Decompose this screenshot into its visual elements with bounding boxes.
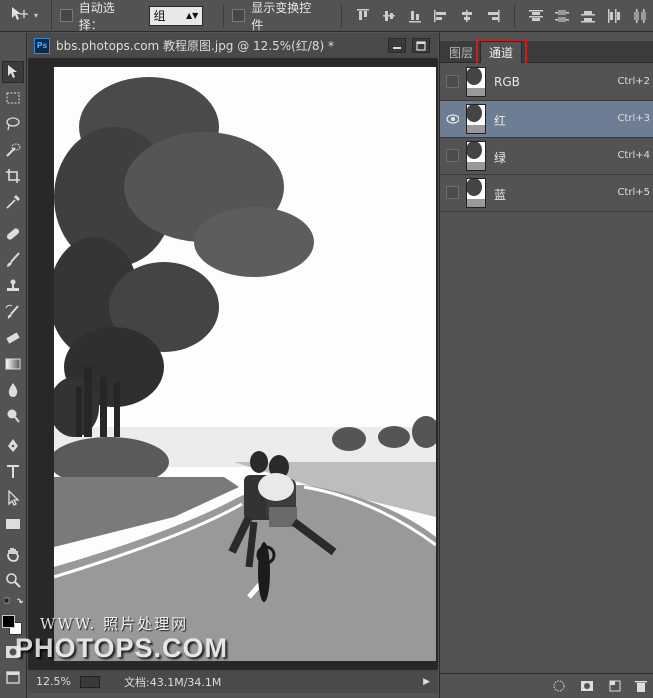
foreground-color-swatch[interactable]: [2, 615, 15, 628]
channel-row-blue[interactable]: 蓝 Ctrl+5: [440, 175, 653, 212]
channel-list: RGB Ctrl+2 红 Ctrl+3 绿 Ctrl+4 蓝 Ctrl+5: [440, 64, 653, 212]
distribute-left-icon[interactable]: [606, 8, 622, 24]
visibility-toggle[interactable]: [446, 112, 459, 125]
rectangle-tool-icon[interactable]: [2, 513, 24, 535]
photoshop-icon: Ps: [34, 37, 50, 54]
panel-footer: [440, 673, 653, 698]
maximize-icon: [416, 40, 426, 51]
pen-tool-icon[interactable]: [2, 435, 24, 457]
divider: [223, 4, 225, 27]
document-title: bbs.photops.com 教程原图.jpg @ 12.5%(红/8) *: [56, 39, 335, 53]
clone-stamp-tool-icon[interactable]: [2, 275, 24, 297]
gradient-tool-icon[interactable]: [2, 353, 24, 375]
watermark-line1: WWW. 照片处理网: [40, 615, 189, 633]
screen-mode-icon[interactable]: [2, 667, 24, 689]
blur-tool-icon[interactable]: [2, 379, 24, 401]
watermark-line2: PHOTOPS.COM: [15, 633, 229, 663]
align-bottom-icon[interactable]: [407, 8, 423, 24]
chevron-down-icon: ▾: [34, 11, 39, 20]
visibility-toggle[interactable]: [446, 186, 459, 199]
channel-thumbnail: [466, 141, 486, 171]
align-buttons: [350, 4, 653, 27]
distribute-top-icon[interactable]: [528, 8, 544, 24]
move-tool-icon[interactable]: [2, 61, 24, 83]
channel-row-green[interactable]: 绿 Ctrl+4: [440, 138, 653, 175]
eyedropper-tool-icon[interactable]: [2, 191, 24, 213]
minimize-icon: [393, 46, 401, 49]
show-transform-checkbox[interactable]: [232, 9, 246, 22]
distribute-bottom-icon[interactable]: [580, 8, 596, 24]
auto-select-value: 组: [153, 9, 166, 23]
channel-row-red[interactable]: 红 Ctrl+3: [440, 101, 653, 138]
channel-name: RGB: [494, 75, 520, 89]
load-selection-icon[interactable]: [552, 680, 566, 692]
minimize-button[interactable]: [388, 38, 406, 53]
crop-tool-icon[interactable]: [2, 165, 24, 187]
options-bar: ▾ 自动选择： 组 ▲▼ 显示变换控件: [0, 0, 653, 32]
lasso-tool-icon[interactable]: [2, 113, 24, 135]
eraser-tool-icon[interactable]: [2, 327, 24, 349]
channels-panel: 图层 通道 RGB Ctrl+2 红 Ctrl+3 绿 Ctrl+4 蓝 Ctr…: [439, 33, 653, 698]
panel-tabs: 图层 通道: [440, 41, 653, 63]
align-vertical-center-icon[interactable]: [381, 8, 397, 24]
align-horizontal-center-icon[interactable]: [459, 8, 475, 24]
history-brush-tool-icon[interactable]: [2, 301, 24, 323]
dropdown-arrow-icon: ▲▼: [186, 11, 199, 20]
image-canvas[interactable]: [54, 67, 436, 661]
quick-selection-tool-icon[interactable]: [2, 139, 24, 161]
toolbox: [0, 33, 27, 698]
dodge-tool-icon[interactable]: [2, 405, 24, 427]
channel-shortcut: Ctrl+3: [617, 113, 650, 124]
channel-shortcut: Ctrl+4: [617, 150, 650, 161]
auto-select-label: 自动选择：: [78, 0, 115, 32]
brush-tool-icon[interactable]: [2, 249, 24, 271]
photoshop-window: ▾ 自动选择： 组 ▲▼ 显示变换控件 Ps bbs.photops.com 教…: [0, 0, 653, 698]
eye-icon: [446, 113, 459, 124]
trash-icon[interactable]: [634, 680, 648, 692]
document-window: Ps bbs.photops.com 教程原图.jpg @ 12.5%(红/8)…: [28, 33, 438, 693]
channel-name: 绿: [494, 151, 507, 165]
document-tab[interactable]: Ps bbs.photops.com 教程原图.jpg @ 12.5%(红/8)…: [28, 33, 438, 59]
align-left-icon[interactable]: [433, 8, 449, 24]
channel-thumbnail: [466, 104, 486, 134]
channel-shortcut: Ctrl+2: [617, 76, 650, 87]
tab-layers[interactable]: 图层: [444, 41, 478, 63]
status-menu-arrow-icon[interactable]: ▶: [423, 677, 430, 687]
auto-select-checkbox[interactable]: [59, 9, 73, 22]
hand-tool-icon[interactable]: [2, 543, 24, 565]
path-selection-tool-icon[interactable]: [2, 487, 24, 509]
visibility-toggle[interactable]: [446, 75, 459, 88]
channel-thumbnail: [466, 178, 486, 208]
channel-shortcut: Ctrl+5: [617, 187, 650, 198]
photo-road-bicycle-trees: [54, 67, 436, 661]
tool-preset-picker[interactable]: ▾: [0, 0, 52, 32]
save-selection-icon[interactable]: [580, 680, 594, 692]
show-transform-label: 显示变换控件: [251, 0, 312, 32]
healing-brush-tool-icon[interactable]: [2, 223, 24, 245]
divider: [340, 4, 342, 27]
auto-select-dropdown[interactable]: 组 ▲▼: [148, 5, 204, 26]
zoom-level[interactable]: 12.5%: [36, 675, 80, 688]
status-bar: 12.5% 文档:43.1M/34.1M ▶: [28, 669, 438, 693]
divider: [513, 4, 515, 27]
distribute-horizontal-center-icon[interactable]: [632, 8, 648, 24]
marquee-tool-icon[interactable]: [2, 87, 24, 109]
visibility-toggle[interactable]: [446, 149, 459, 162]
zoom-tool-icon[interactable]: [2, 569, 24, 591]
document-size-info: 文档:43.1M/34.1M: [124, 675, 222, 689]
align-top-icon[interactable]: [355, 8, 371, 24]
type-tool-icon[interactable]: [2, 461, 24, 483]
new-channel-icon[interactable]: [608, 680, 622, 692]
align-right-icon[interactable]: [485, 8, 501, 24]
channel-name: 蓝: [494, 188, 507, 202]
status-preview-icon[interactable]: [80, 675, 100, 688]
channel-thumbnail: [466, 67, 486, 97]
move-tool-icon: [10, 6, 32, 25]
maximize-button[interactable]: [412, 38, 430, 53]
channel-row-rgb[interactable]: RGB Ctrl+2: [440, 64, 653, 101]
distribute-vertical-center-icon[interactable]: [554, 8, 570, 24]
highlight-box: [476, 39, 527, 65]
channel-name: 红: [494, 114, 507, 128]
swap-colors-icon[interactable]: [3, 597, 24, 609]
